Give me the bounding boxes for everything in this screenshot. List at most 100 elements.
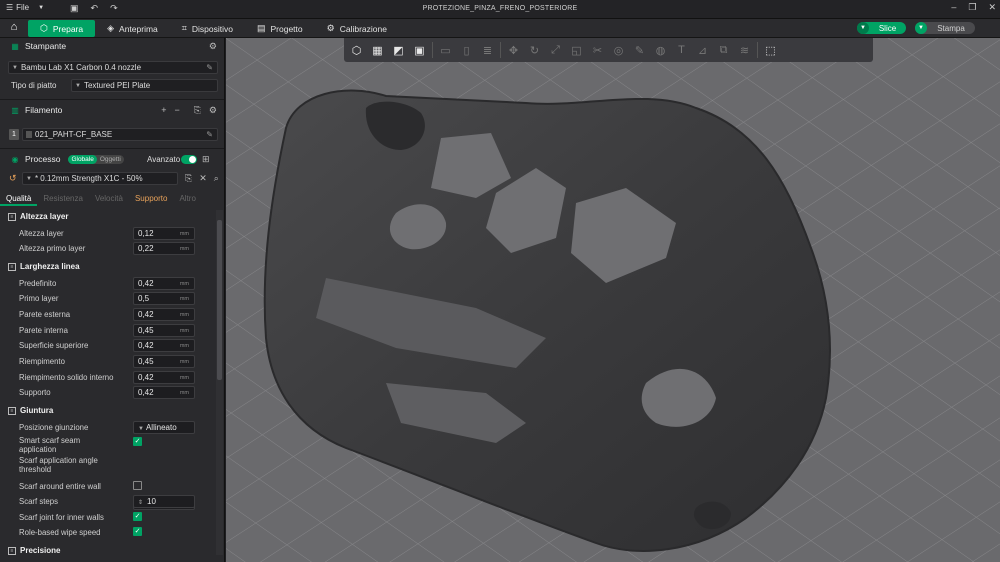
- setting-label: Riempimento: [19, 357, 65, 366]
- group-layer-height: ≡ Altezza layer: [8, 212, 68, 221]
- scarf-steps-input[interactable]: ⇕ 10: [133, 495, 195, 508]
- close-icon[interactable]: ✕: [988, 2, 996, 13]
- arrange-icon[interactable]: ▣: [411, 42, 428, 59]
- tab-progetto[interactable]: ▤ Progetto: [245, 20, 315, 37]
- tab-label: Dispositivo: [191, 23, 233, 34]
- advanced-toggle[interactable]: [181, 154, 197, 164]
- compare-icon[interactable]: ⊞: [202, 154, 210, 165]
- input-value: 0,22: [138, 244, 154, 253]
- settings-icon[interactable]: ⚙: [209, 105, 217, 116]
- setting-label: Parete interna: [19, 326, 68, 335]
- mesh-boolean-icon[interactable]: ◎: [610, 42, 627, 59]
- subtab-altro[interactable]: Altro: [173, 192, 201, 206]
- printer-section-header: ▦ Stampante ⚙: [0, 39, 224, 53]
- process-profile-select[interactable]: ▼ * 0.12mm Strength X1C - 50%: [22, 172, 178, 185]
- scarf-around-checkbox[interactable]: [133, 481, 142, 490]
- print-button[interactable]: ▼ Stampa: [915, 22, 975, 34]
- seam-paint-icon[interactable]: ◍: [652, 42, 669, 59]
- tab-dispositivo[interactable]: ⌗ Dispositivo: [170, 20, 245, 37]
- chevron-down-icon[interactable]: ▼: [915, 22, 927, 34]
- input-value: 0,42: [138, 310, 154, 319]
- edit-icon[interactable]: ✎: [206, 63, 213, 72]
- subtab-qualita[interactable]: Qualità: [0, 192, 38, 206]
- reset-icon[interactable]: ↺: [9, 173, 17, 184]
- text-icon[interactable]: T: [673, 42, 690, 59]
- setting-label: Predefinito: [19, 279, 57, 288]
- variable-layer-icon[interactable]: ≋: [736, 42, 753, 59]
- advanced-label: Avanzato: [147, 154, 181, 164]
- process-profile: * 0.12mm Strength X1C - 50%: [34, 174, 143, 183]
- nav-tabs: ⬡ Prepara ◈ Anteprima ⌗ Dispositivo ▤ Proget…: [28, 20, 399, 37]
- orient-icon[interactable]: ◩: [390, 42, 407, 59]
- line-width-input[interactable]: 0,42 mm: [133, 371, 195, 384]
- layer-height-input[interactable]: 0,12 mm: [133, 227, 195, 240]
- chevron-down-icon[interactable]: ▼: [857, 22, 869, 34]
- 3d-viewport[interactable]: [226, 38, 1000, 562]
- rotate-icon[interactable]: ↻: [526, 42, 543, 59]
- tab-prepara[interactable]: ⬡ Prepara: [28, 20, 96, 37]
- save-icon[interactable]: ⎘: [185, 173, 192, 184]
- stepper-icon[interactable]: ⇕: [138, 500, 143, 506]
- scope-objects[interactable]: Oggetti: [97, 155, 124, 164]
- line-width-input[interactable]: 0,42 mm: [133, 308, 195, 321]
- lay-on-face-icon[interactable]: ◱: [568, 42, 585, 59]
- plate-select[interactable]: ▼ Textured PEI Plate: [71, 79, 218, 92]
- line-width-input[interactable]: 0,42 mm: [133, 339, 195, 352]
- close-icon[interactable]: ✕: [199, 173, 207, 184]
- add-plate-icon[interactable]: ▦: [369, 42, 386, 59]
- move-icon[interactable]: ✥: [505, 42, 522, 59]
- line-width-input[interactable]: 0,45 mm: [133, 355, 195, 368]
- role-wipe-checkbox[interactable]: ✓: [133, 527, 142, 536]
- measure-icon[interactable]: ⊿: [694, 42, 711, 59]
- group-seam: ≡ Giuntura: [8, 406, 53, 415]
- window-controls: – ❐ ✕: [951, 2, 996, 13]
- subtab-resistenza[interactable]: Resistenza: [37, 192, 89, 206]
- tab-anteprima[interactable]: ◈ Anteprima: [95, 20, 170, 37]
- settings-scrollbar[interactable]: [216, 210, 223, 555]
- line-width-input[interactable]: 0,45 mm: [133, 324, 195, 337]
- first-layer-height-input[interactable]: 0,22 mm: [133, 242, 195, 255]
- tab-calibrazione[interactable]: ⚙ Calibrazione: [315, 20, 399, 37]
- seam-position-select[interactable]: ▼ Allineato: [133, 421, 195, 434]
- setting-row: Role-based wipe speed: [19, 528, 209, 537]
- add-icon[interactable]: +: [161, 105, 166, 116]
- subtab-supporto[interactable]: Supporto: [129, 192, 173, 206]
- main-nav: ⌂ ⬡ Prepara ◈ Anteprima ⌗ Dispositivo ▤ Prog…: [0, 19, 1000, 38]
- scale-icon[interactable]: ⤢: [547, 42, 564, 59]
- input-value: 0,42: [138, 341, 154, 350]
- smart-scarf-checkbox[interactable]: ✓: [133, 437, 142, 446]
- group-icon: ≡: [8, 212, 16, 221]
- edit-icon[interactable]: ✎: [206, 130, 213, 139]
- scrollbar-thumb[interactable]: [217, 220, 222, 380]
- assembly-icon[interactable]: ⧉: [715, 42, 732, 59]
- filament-select[interactable]: 021_PAHT-CF_BASE ✎: [22, 128, 218, 141]
- support-paint-icon[interactable]: ✎: [631, 42, 648, 59]
- split-objects-icon[interactable]: ▭: [437, 42, 454, 59]
- remove-icon[interactable]: −: [174, 105, 179, 116]
- settings-icon[interactable]: ⚙: [209, 41, 217, 52]
- layers-icon[interactable]: ≣: [479, 42, 496, 59]
- cut-icon[interactable]: ✂: [589, 42, 606, 59]
- line-width-input[interactable]: 0,42 mm: [133, 386, 195, 399]
- filament-section-header: ▥ Filamento + − ⎘ ⚙: [0, 103, 224, 117]
- minimize-icon[interactable]: –: [951, 2, 956, 13]
- sync-icon[interactable]: ⎘: [194, 105, 201, 116]
- slice-button[interactable]: ▼ Slice: [857, 22, 906, 34]
- line-width-input[interactable]: 0,42 mm: [133, 277, 195, 290]
- chevron-down-icon: ▼: [138, 426, 144, 432]
- scope-global[interactable]: Globale: [68, 154, 97, 164]
- group-title: Larghezza linea: [20, 262, 80, 271]
- add-model-icon[interactable]: ⬡: [348, 42, 365, 59]
- split-parts-icon[interactable]: ▯: [458, 42, 475, 59]
- assembly-view-icon[interactable]: ⬚: [762, 42, 779, 59]
- home-icon[interactable]: ⌂: [6, 21, 22, 36]
- search-icon[interactable]: ⌕: [214, 173, 219, 184]
- maximize-icon[interactable]: ❐: [968, 2, 976, 13]
- chevron-down-icon: ▼: [75, 82, 81, 89]
- subtab-velocita[interactable]: Velocità: [89, 192, 129, 206]
- printer-select[interactable]: ▼ Bambu Lab X1 Carbon 0.4 nozzle ✎: [8, 61, 218, 74]
- scope-switch[interactable]: Globale Oggetti: [68, 154, 124, 164]
- line-width-input[interactable]: 0,5 mm: [133, 292, 195, 305]
- input-value: 0,5: [138, 294, 150, 303]
- scarf-inner-checkbox[interactable]: ✓: [133, 512, 142, 521]
